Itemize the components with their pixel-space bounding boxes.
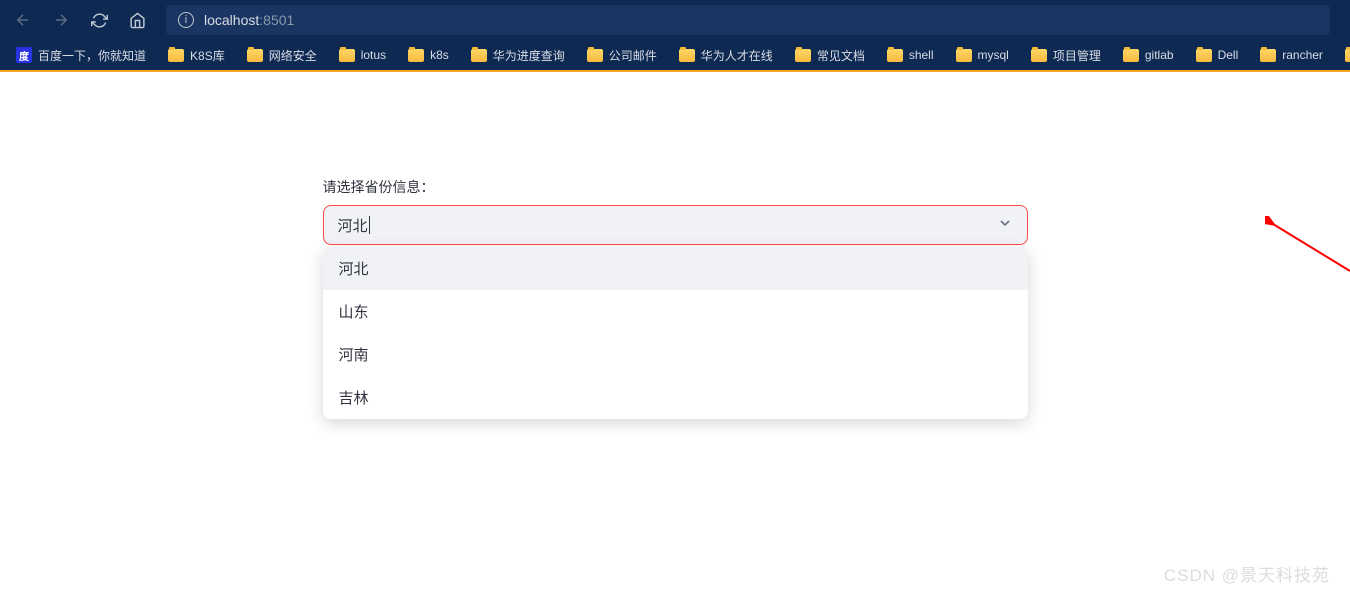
province-dropdown: 河北 山东 河南 吉林 — [323, 247, 1028, 419]
bookmark-rancher[interactable]: rancher — [1252, 45, 1331, 65]
folder-icon — [168, 49, 184, 62]
bookmark-project-mgmt[interactable]: 项目管理 — [1023, 44, 1109, 67]
bookmark-dell[interactable]: Dell — [1188, 45, 1247, 65]
bookmark-gitlab[interactable]: gitlab — [1115, 45, 1182, 65]
bookmarks-bar: 度 百度一下，你就知道 K8S库 网络安全 lotus k8s 华为进度查询 公… — [0, 40, 1350, 72]
bookmark-lotus[interactable]: lotus — [331, 45, 394, 65]
bookmark-label: 项目管理 — [1053, 47, 1101, 64]
bookmark-label: Dell — [1218, 48, 1239, 62]
folder-icon — [1260, 49, 1276, 62]
folder-icon — [247, 49, 263, 62]
bookmark-label: lotus — [361, 48, 386, 62]
bookmark-label: k8s — [430, 48, 449, 62]
bookmark-label: mysql — [978, 48, 1009, 62]
folder-icon — [587, 49, 603, 62]
bookmark-huawei-talent[interactable]: 华为人才在线 — [671, 44, 781, 67]
bookmark-label: 常见文档 — [817, 47, 865, 64]
baidu-icon: 度 — [16, 47, 32, 63]
bookmark-k8s-lib[interactable]: K8S库 — [160, 44, 233, 67]
bookmark-nexus[interactable]: nexus — [1337, 45, 1350, 65]
folder-icon — [1123, 49, 1139, 62]
chevron-down-icon — [997, 215, 1013, 236]
url-text: localhost:8501 — [204, 12, 294, 28]
bookmark-baidu[interactable]: 度 百度一下，你就知道 — [8, 44, 154, 67]
folder-icon — [887, 49, 903, 62]
home-button[interactable] — [122, 5, 152, 35]
bookmark-k8s[interactable]: k8s — [400, 45, 457, 65]
bookmark-label: 公司邮件 — [609, 47, 657, 64]
folder-icon — [1031, 49, 1047, 62]
select-label: 请选择省份信息： — [323, 177, 1028, 197]
folder-icon — [956, 49, 972, 62]
bookmark-label: gitlab — [1145, 48, 1174, 62]
folder-icon — [408, 49, 424, 62]
main-content: 请选择省份信息： 河北 河北 山东 河南 吉林 — [0, 72, 1350, 245]
bookmark-label: 华为人才在线 — [701, 47, 773, 64]
bookmark-network-security[interactable]: 网络安全 — [239, 44, 325, 67]
folder-icon — [679, 49, 695, 62]
select-widget: 请选择省份信息： 河北 河北 山东 河南 吉林 — [323, 177, 1028, 245]
folder-icon — [339, 49, 355, 62]
bookmark-label: 百度一下，你就知道 — [38, 47, 146, 64]
dropdown-option-shandong[interactable]: 山东 — [323, 290, 1028, 333]
bookmark-huawei-progress[interactable]: 华为进度查询 — [463, 44, 573, 67]
address-bar[interactable]: i localhost:8501 — [166, 5, 1330, 35]
bookmark-label: shell — [909, 48, 934, 62]
browser-navigation-bar: i localhost:8501 — [0, 0, 1350, 40]
folder-icon — [795, 49, 811, 62]
select-value: 河北 — [338, 215, 370, 236]
province-select-input[interactable]: 河北 — [323, 205, 1028, 245]
folder-icon — [1196, 49, 1212, 62]
bookmark-label: 网络安全 — [269, 47, 317, 64]
folder-icon — [471, 49, 487, 62]
bookmark-company-mail[interactable]: 公司邮件 — [579, 44, 665, 67]
bookmark-common-docs[interactable]: 常见文档 — [787, 44, 873, 67]
back-button[interactable] — [8, 5, 38, 35]
folder-icon — [1345, 49, 1350, 62]
dropdown-option-hebei[interactable]: 河北 — [323, 247, 1028, 290]
watermark: CSDN @景天科技苑 — [1164, 561, 1330, 586]
refresh-button[interactable] — [84, 5, 114, 35]
bookmark-shell[interactable]: shell — [879, 45, 942, 65]
dropdown-option-jilin[interactable]: 吉林 — [323, 376, 1028, 419]
bookmark-label: rancher — [1282, 48, 1323, 62]
dropdown-option-henan[interactable]: 河南 — [323, 333, 1028, 376]
bookmark-label: K8S库 — [190, 47, 225, 64]
bookmark-label: 华为进度查询 — [493, 47, 565, 64]
bookmark-mysql[interactable]: mysql — [948, 45, 1017, 65]
info-icon: i — [178, 12, 194, 28]
forward-button[interactable] — [46, 5, 76, 35]
